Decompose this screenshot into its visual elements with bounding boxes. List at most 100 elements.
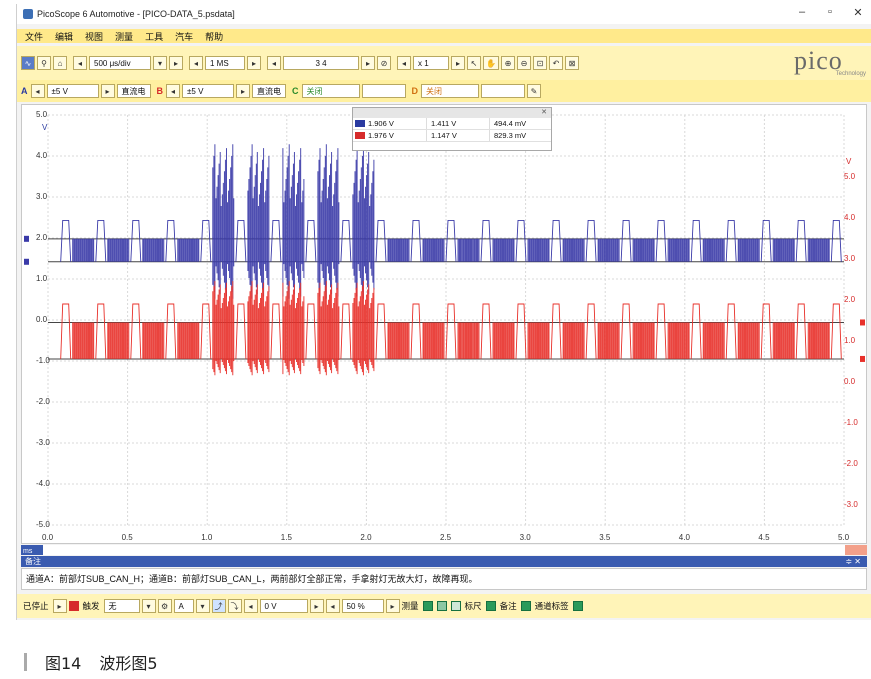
menu-tools[interactable]: 工具: [145, 30, 163, 43]
channel-a-range-up[interactable]: ▸: [100, 84, 115, 98]
zoom-decrease-button[interactable]: ◂: [397, 56, 411, 70]
y-tick-label-left: -4.0: [36, 479, 50, 488]
add-measure-icon[interactable]: [422, 601, 433, 611]
timebase-increase-button[interactable]: ▸: [169, 56, 183, 70]
trigger-level-input[interactable]: 0 V: [259, 599, 308, 613]
close-button[interactable]: ✕: [849, 6, 867, 19]
channel-b-marker-low: [860, 355, 865, 362]
capture-next-button[interactable]: ▸: [361, 56, 375, 70]
falling-edge-icon[interactable]: ⤵: [227, 599, 242, 613]
y-tick-label-left: -1.0: [36, 356, 50, 365]
trigger-advanced-icon[interactable]: ⚙: [157, 599, 172, 613]
channel-c-coupling-select[interactable]: 关闭: [301, 84, 360, 98]
channel-c-range-select[interactable]: [361, 84, 406, 98]
hand-icon[interactable]: ✋: [483, 56, 499, 70]
samples-select[interactable]: 1 MS: [205, 56, 245, 70]
measurement-a-value-2: 1.411 V: [427, 118, 490, 129]
time-unit-label: ms: [23, 548, 33, 555]
zoom-increase-button[interactable]: ▸: [451, 56, 465, 70]
start-icon[interactable]: ▸: [52, 599, 67, 613]
zoom-select[interactable]: x 1: [413, 56, 449, 70]
delete-measure-icon[interactable]: [450, 601, 461, 611]
measurement-a-value-3: 494.4 mV: [494, 119, 527, 128]
zoom-area-icon[interactable]: ⊡: [532, 56, 547, 70]
edit-measure-icon[interactable]: [436, 601, 447, 611]
restore-button[interactable]: ▫: [821, 6, 839, 18]
pretrigger-percent-input[interactable]: 50 %: [341, 599, 384, 613]
notes-text[interactable]: 通道A：前部灯SUB_CAN_H；通道B：前部灯SUB_CAN_L，两前部灯全部…: [21, 568, 867, 590]
measurement-b-value-2: 1.147 V: [427, 130, 490, 141]
channel-labels-label: 通道标签: [534, 601, 569, 611]
menu-help[interactable]: 帮助: [205, 30, 223, 43]
y-tick-label-right: 0.0: [844, 377, 856, 386]
channel-d-coupling-select[interactable]: 关闭: [421, 84, 479, 98]
capture-stop-icon[interactable]: ⊘: [377, 56, 391, 70]
x-tick-label: 1.0: [201, 533, 213, 542]
channel-d-letter: D: [411, 86, 419, 96]
time-ruler-bar[interactable]: ms: [21, 545, 867, 555]
trigger-channel-select[interactable]: A: [173, 599, 194, 613]
menu-view[interactable]: 视图: [85, 30, 103, 43]
channel-d-range-select[interactable]: [481, 84, 525, 98]
zoom-in-icon[interactable]: ⊕: [500, 56, 515, 70]
zoom-fit-icon[interactable]: ⊠: [564, 56, 579, 70]
measure-label: 测量: [401, 601, 419, 611]
x-tick-label: 4.5: [758, 533, 770, 542]
channel-b-range-down[interactable]: ◂: [166, 84, 180, 98]
stop-button[interactable]: [68, 601, 79, 611]
channel-labels-toggle-icon[interactable]: [572, 601, 583, 611]
y-tick-label-right: -3.0: [844, 500, 858, 509]
channel-a-coupling-select[interactable]: 直流电: [116, 84, 151, 98]
y-tick-label-right: 1.0: [844, 336, 856, 345]
notes-header-controls[interactable]: ≑ ✕: [845, 556, 861, 567]
scope-view[interactable]: V V 5.0 4.0 3.0 2.0 1.0 0.0 -1.0 -2.0 -3.0 -4.0 -5…: [21, 104, 867, 544]
channel-b-range-up[interactable]: ▸: [236, 84, 250, 98]
x-tick-label: 2.5: [440, 533, 452, 542]
percent-decrease-button[interactable]: ◂: [325, 599, 340, 613]
y-tick-label-left: 2.0: [36, 233, 48, 242]
notes-toggle-icon[interactable]: [520, 601, 531, 611]
timebase-select[interactable]: 500 μs/div: [89, 56, 151, 70]
trigger-mode-dropdown-icon[interactable]: ▾: [141, 599, 156, 613]
channel-a-range-select[interactable]: ±5 V: [46, 84, 99, 98]
auto-setup-icon[interactable]: ✎: [527, 84, 541, 98]
capture-prev-button[interactable]: ◂: [267, 56, 281, 70]
channel-a-marker: [24, 235, 29, 242]
channel-b-range-select[interactable]: ±5 V: [182, 84, 234, 98]
menu-file[interactable]: 文件: [25, 30, 43, 43]
channel-b-coupling-select[interactable]: 直流电: [252, 84, 286, 98]
undo-zoom-icon[interactable]: ↶: [548, 56, 563, 70]
capture-counter[interactable]: 3 4: [283, 56, 359, 70]
measurement-row-b[interactable]: 1.976 V 1.147 V 829.3 mV: [353, 130, 551, 142]
ruler-toggle-icon[interactable]: [485, 601, 496, 611]
menu-edit[interactable]: 编辑: [55, 30, 73, 43]
level-decrease-button[interactable]: ◂: [243, 599, 258, 613]
home-icon[interactable]: ⌂: [53, 56, 67, 70]
measurements-close-icon[interactable]: ✕: [353, 108, 551, 118]
measurement-row-a[interactable]: 1.906 V 1.411 V 494.4 mV: [353, 118, 551, 130]
pointer-icon[interactable]: ↖: [467, 56, 481, 70]
measurements-table[interactable]: ✕ 1.906 V 1.411 V 494.4 mV 1.976 V 1.147…: [352, 107, 552, 151]
window-title: PicoScope 6 Automotive - [PICO-DATA_5.ps…: [37, 9, 235, 19]
trigger-mode-select[interactable]: 无: [103, 599, 140, 613]
timebase-dropdown-icon[interactable]: ▾: [153, 56, 167, 70]
rising-edge-icon[interactable]: ⤴: [211, 599, 226, 613]
channel-a-range-down[interactable]: ◂: [30, 84, 45, 98]
y-tick-label-right: 4.0: [844, 213, 856, 222]
percent-increase-button[interactable]: ▸: [385, 599, 400, 613]
zoom-out-icon[interactable]: ⊖: [516, 56, 531, 70]
probe-icon[interactable]: ⚲: [37, 56, 51, 70]
level-increase-button[interactable]: ▸: [309, 599, 324, 613]
x-tick-label: 3.5: [599, 533, 611, 542]
menu-measure[interactable]: 测量: [115, 30, 133, 43]
samples-increase-button[interactable]: ▸: [247, 56, 261, 70]
trigger-label: 触发: [82, 601, 100, 611]
waveform-plot[interactable]: [22, 105, 866, 543]
scope-mode-icon[interactable]: ∿: [21, 56, 35, 70]
minimize-button[interactable]: –: [793, 6, 811, 18]
trigger-channel-dropdown-icon[interactable]: ▾: [195, 599, 210, 613]
menu-automotive[interactable]: 汽车: [175, 30, 193, 43]
samples-decrease-button[interactable]: ◂: [189, 56, 203, 70]
time-ruler-end: [845, 545, 867, 555]
timebase-decrease-button[interactable]: ◂: [73, 56, 87, 70]
